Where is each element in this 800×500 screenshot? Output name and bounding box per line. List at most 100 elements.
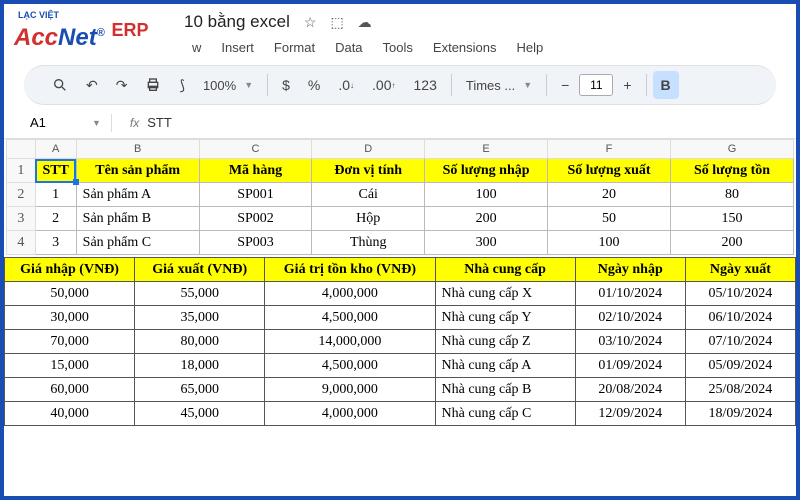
cell[interactable]: Đơn vị tính: [312, 159, 425, 183]
cell[interactable]: 55,000: [135, 282, 265, 306]
cell[interactable]: 03/10/2024: [575, 330, 685, 354]
cell[interactable]: 18/09/2024: [685, 402, 795, 426]
col-header[interactable]: C: [199, 140, 312, 159]
formula-input[interactable]: STT: [147, 115, 172, 130]
cell[interactable]: 20/08/2024: [575, 378, 685, 402]
menu-view[interactable]: w: [184, 36, 209, 59]
increase-decimal-icon[interactable]: .00↑: [364, 71, 403, 99]
cell[interactable]: 200: [425, 207, 548, 231]
cell[interactable]: Ngày nhập: [575, 258, 685, 282]
cell[interactable]: Sản phẩm C: [76, 231, 199, 255]
cell[interactable]: Số lượng tồn: [671, 159, 794, 183]
decrease-decimal-icon[interactable]: .0↓: [330, 71, 362, 99]
cell[interactable]: Mã hàng: [199, 159, 312, 183]
menu-format[interactable]: Format: [266, 36, 323, 59]
cell[interactable]: 60,000: [5, 378, 135, 402]
font-dropdown[interactable]: Times ... ▼: [458, 72, 540, 99]
cell[interactable]: Nhà cung cấp: [435, 258, 575, 282]
cell[interactable]: Giá trị tồn kho (VNĐ): [265, 258, 435, 282]
cell[interactable]: 14,000,000: [265, 330, 435, 354]
zoom-dropdown[interactable]: 100% ▼: [195, 72, 261, 99]
cell[interactable]: SP003: [199, 231, 312, 255]
col-header[interactable]: E: [425, 140, 548, 159]
menu-data[interactable]: Data: [327, 36, 370, 59]
cell[interactable]: STT: [35, 159, 76, 183]
select-all-corner[interactable]: [7, 140, 36, 159]
cell[interactable]: 9,000,000: [265, 378, 435, 402]
cell[interactable]: 20: [548, 183, 671, 207]
cell[interactable]: 18,000: [135, 354, 265, 378]
cell[interactable]: 65,000: [135, 378, 265, 402]
cell[interactable]: Nhà cung cấp Y: [435, 306, 575, 330]
cell[interactable]: Nhà cung cấp Z: [435, 330, 575, 354]
cell[interactable]: SP001: [199, 183, 312, 207]
cell[interactable]: 06/10/2024: [685, 306, 795, 330]
cell[interactable]: 3: [35, 231, 76, 255]
row-header[interactable]: 2: [7, 183, 36, 207]
decrease-font-icon[interactable]: −: [553, 71, 577, 99]
cell[interactable]: 300: [425, 231, 548, 255]
bold-button[interactable]: B: [653, 71, 679, 99]
col-header[interactable]: G: [671, 140, 794, 159]
second-table[interactable]: Giá nhập (VNĐ) Giá xuất (VNĐ) Giá trị tồ…: [4, 257, 796, 426]
cell[interactable]: 25/08/2024: [685, 378, 795, 402]
cell[interactable]: 70,000: [5, 330, 135, 354]
menu-insert[interactable]: Insert: [213, 36, 262, 59]
row-header[interactable]: 3: [7, 207, 36, 231]
cell[interactable]: 01/09/2024: [575, 354, 685, 378]
cell[interactable]: 40,000: [5, 402, 135, 426]
cell[interactable]: 80: [671, 183, 794, 207]
cell[interactable]: Số lượng xuất: [548, 159, 671, 183]
cell[interactable]: Nhà cung cấp A: [435, 354, 575, 378]
cloud-icon[interactable]: ☁: [358, 14, 372, 31]
menu-help[interactable]: Help: [509, 36, 552, 59]
cell[interactable]: 35,000: [135, 306, 265, 330]
cell[interactable]: 05/10/2024: [685, 282, 795, 306]
cell[interactable]: 4,000,000: [265, 402, 435, 426]
document-title[interactable]: 10 bằng excel: [184, 12, 290, 32]
row-header[interactable]: 1: [7, 159, 36, 183]
cell[interactable]: Nhà cung cấp B: [435, 378, 575, 402]
cell[interactable]: Số lượng nhập: [425, 159, 548, 183]
col-header[interactable]: A: [35, 140, 76, 159]
currency-icon[interactable]: $: [274, 71, 298, 99]
cell[interactable]: 200: [671, 231, 794, 255]
spreadsheet-grid[interactable]: A B C D E F G 1 STT Tên sản phẩm Mã hàng…: [4, 139, 796, 255]
cell[interactable]: Cái: [312, 183, 425, 207]
increase-font-icon[interactable]: +: [615, 71, 639, 99]
star-icon[interactable]: ☆: [304, 14, 317, 31]
cell[interactable]: 45,000: [135, 402, 265, 426]
cell[interactable]: 15,000: [5, 354, 135, 378]
cell[interactable]: 05/09/2024: [685, 354, 795, 378]
cell[interactable]: 50: [548, 207, 671, 231]
search-icon[interactable]: [44, 71, 76, 99]
cell[interactable]: 12/09/2024: [575, 402, 685, 426]
cell[interactable]: 150: [671, 207, 794, 231]
cell[interactable]: Thùng: [312, 231, 425, 255]
cell[interactable]: 100: [425, 183, 548, 207]
cell[interactable]: 100: [548, 231, 671, 255]
cell[interactable]: 80,000: [135, 330, 265, 354]
cell[interactable]: Tên sản phẩm: [76, 159, 199, 183]
undo-icon[interactable]: ↶: [78, 71, 106, 100]
col-header[interactable]: D: [312, 140, 425, 159]
more-formats-icon[interactable]: 123: [406, 71, 445, 99]
cell[interactable]: 1: [35, 183, 76, 207]
col-header[interactable]: B: [76, 140, 199, 159]
menu-tools[interactable]: Tools: [375, 36, 421, 59]
paint-format-icon[interactable]: ⟆: [171, 71, 192, 100]
col-header[interactable]: F: [548, 140, 671, 159]
cell[interactable]: Giá xuất (VNĐ): [135, 258, 265, 282]
cell[interactable]: 30,000: [5, 306, 135, 330]
cell[interactable]: 4,500,000: [265, 306, 435, 330]
cell[interactable]: Nhà cung cấp C: [435, 402, 575, 426]
menu-extensions[interactable]: Extensions: [425, 36, 505, 59]
cell[interactable]: 2: [35, 207, 76, 231]
cell[interactable]: Ngày xuất: [685, 258, 795, 282]
cell[interactable]: Sản phẩm B: [76, 207, 199, 231]
cell[interactable]: Giá nhập (VNĐ): [5, 258, 135, 282]
name-box[interactable]: A1: [24, 113, 84, 132]
cell[interactable]: 50,000: [5, 282, 135, 306]
cell[interactable]: 01/10/2024: [575, 282, 685, 306]
redo-icon[interactable]: ↷: [108, 71, 136, 100]
